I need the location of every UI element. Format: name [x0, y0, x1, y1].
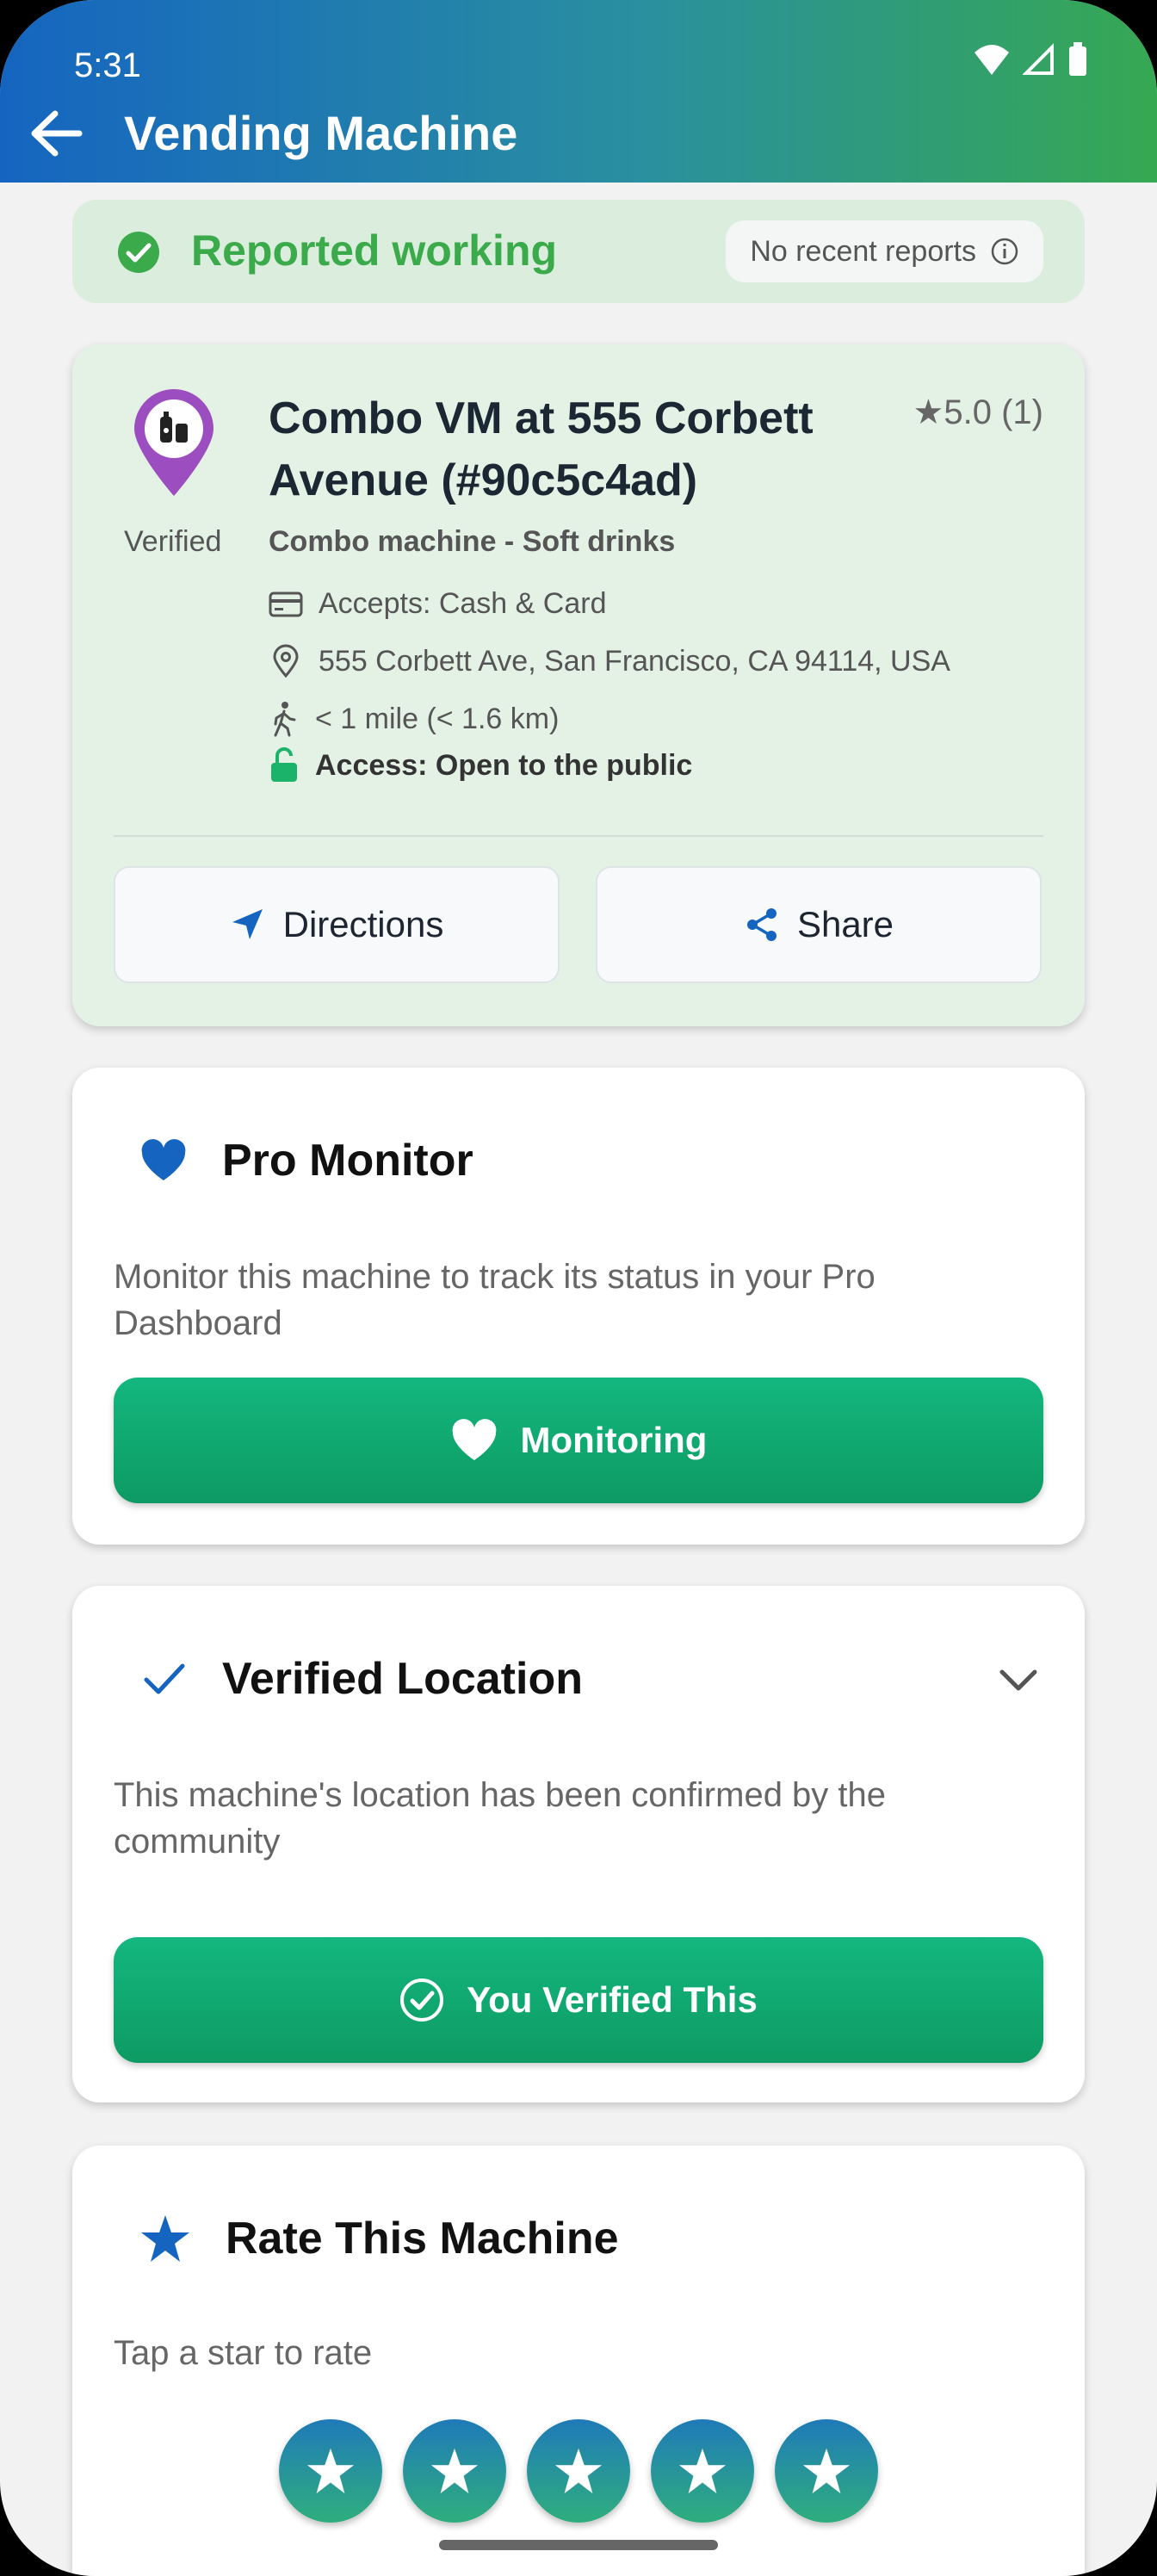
- rate-title: Rate This Machine: [226, 2214, 619, 2263]
- verified-location-description: This machine's location has been confirm…: [114, 1776, 887, 1861]
- share-label: Share: [796, 904, 894, 944]
- location-pin-icon: [273, 644, 299, 678]
- check-circle-icon: [118, 232, 159, 273]
- wifi-icon: [974, 45, 1009, 75]
- rate-description: Tap a star to rate: [114, 2334, 373, 2372]
- navigation-arrow-icon: [232, 909, 263, 939]
- star-white-icon: [306, 2448, 355, 2494]
- signal-icon: [1023, 43, 1054, 75]
- card-divider: [114, 835, 1043, 837]
- rate-header: Rate This Machine: [139, 2213, 619, 2264]
- star-icon: [141, 2215, 189, 2262]
- machine-title: Combo VM at 555 Corbett Avenue (#90c5c4a…: [269, 393, 814, 505]
- access-text: Access: Open to the public: [315, 748, 693, 782]
- share-icon: [746, 908, 776, 941]
- heart-icon: [141, 1139, 186, 1180]
- address-text: 555 Corbett Ave, San Francisco, CA 94114…: [319, 644, 950, 678]
- verified-location-card: Verified Location This machine's locatio…: [72, 1586, 1085, 2102]
- pro-monitor-card: Pro Monitor Monitor this machine to trac…: [72, 1068, 1085, 1545]
- rating-star-3[interactable]: [527, 2419, 630, 2523]
- pro-monitor-description: Monitor this machine to track its status…: [114, 1258, 875, 1342]
- info-icon: [991, 238, 1018, 265]
- machine-card: Verified Combo VM at 555 Corbett Avenue …: [72, 344, 1085, 1026]
- credit-card-icon: [269, 591, 303, 616]
- page-title: Vending Machine: [124, 106, 518, 160]
- rating-star-5[interactable]: [775, 2419, 878, 2523]
- home-indicator[interactable]: [439, 2540, 718, 2550]
- check-circle-white-icon: [400, 1978, 444, 2022]
- arrow-left-icon: [31, 110, 83, 157]
- address-row: 555 Corbett Ave, San Francisco, CA 94114…: [269, 644, 950, 678]
- rating-star-2[interactable]: [403, 2419, 506, 2523]
- distance-row: < 1 mile (< 1.6 km): [269, 701, 559, 737]
- directions-button[interactable]: Directions: [114, 866, 560, 983]
- star-white-icon: [802, 2448, 851, 2494]
- chevron-down-icon[interactable]: [997, 1667, 1040, 1694]
- you-verified-button[interactable]: You Verified This: [114, 1937, 1043, 2063]
- recent-reports-label: No recent reports: [750, 234, 976, 268]
- monitoring-button[interactable]: Monitoring: [114, 1378, 1043, 1503]
- rating-star-1[interactable]: [279, 2419, 382, 2523]
- pro-monitor-header: Pro Monitor: [139, 1135, 473, 1186]
- walking-icon: [274, 702, 296, 737]
- star-white-icon: [678, 2448, 727, 2494]
- verified-label: Verified: [124, 525, 222, 558]
- access-row: Access: Open to the public: [269, 747, 692, 783]
- you-verified-label: You Verified This: [467, 1979, 758, 2020]
- status-label: Reported working: [191, 226, 558, 275]
- pro-monitor-title: Pro Monitor: [222, 1136, 473, 1186]
- recent-reports-chip[interactable]: No recent reports: [726, 220, 1043, 282]
- distance-text: < 1 mile (< 1.6 km): [315, 702, 560, 735]
- unlock-icon: [271, 747, 297, 782]
- status-time: 5:31: [74, 46, 141, 84]
- monitoring-label: Monitoring: [520, 1420, 708, 1460]
- vending-pin-icon: [134, 389, 213, 496]
- app-bar: 5:31 Vending Machine: [0, 0, 1157, 183]
- star-white-icon: [554, 2448, 603, 2494]
- directions-label: Directions: [282, 904, 444, 944]
- share-button[interactable]: Share: [596, 866, 1042, 983]
- app-screen: 5:31 Vending Machine Reported working No…: [0, 0, 1157, 2576]
- rating-star-4[interactable]: [651, 2419, 754, 2523]
- back-button[interactable]: [26, 103, 86, 164]
- accepts-row: Accepts: Cash & Card: [269, 587, 606, 621]
- star-white-icon: [430, 2448, 479, 2494]
- heart-filled-icon: [452, 1419, 496, 1460]
- verified-location-header[interactable]: Verified Location: [139, 1653, 583, 1705]
- machine-rating: ★5.0 (1): [913, 393, 1043, 431]
- verified-location-title: Verified Location: [222, 1654, 583, 1704]
- status-banner: Reported working No recent reports: [72, 200, 1085, 303]
- machine-subtitle: Combo machine - Soft drinks: [269, 525, 676, 558]
- status-icons: [973, 41, 1088, 77]
- accepts-text: Accepts: Cash & Card: [319, 587, 607, 620]
- battery-icon: [1069, 42, 1086, 76]
- checkmark-icon: [144, 1663, 185, 1694]
